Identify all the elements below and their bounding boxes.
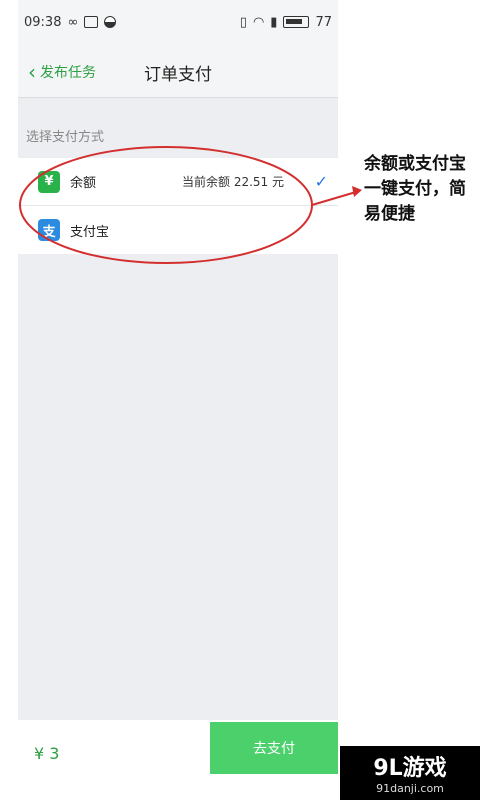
annotation-overlay: [19, 146, 362, 264]
watermark-logo: 9L游戏: [373, 756, 447, 781]
watermark-url: 91danji.com: [376, 782, 444, 795]
arrow-line: [311, 191, 357, 206]
annotation-text: 余额或支付宝一键支付，简易便捷: [364, 154, 466, 224]
highlight-ellipse: [19, 146, 313, 264]
watermark: 9L游戏 91danji.com: [340, 746, 480, 800]
arrow-head-icon: [352, 186, 362, 197]
